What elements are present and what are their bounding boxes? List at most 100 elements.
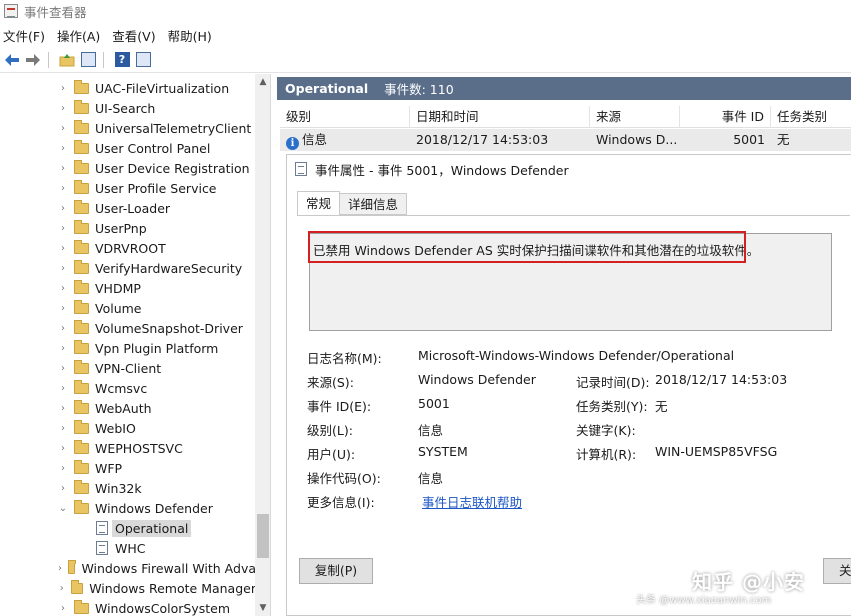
tree-item-label: VPN-Client [95,360,162,376]
value-log-name: Microsoft-Windows-Windows Defender/Opera… [418,348,735,363]
tree-item[interactable]: › VolumeSnapshot-Driver [0,318,256,338]
tree-item-label: Win32k [95,480,142,496]
properties-pane-icon[interactable] [134,51,152,69]
chevron-right-icon[interactable]: › [58,583,65,594]
back-arrow-icon[interactable] [3,51,21,69]
tree-item-label: VolumeSnapshot-Driver [95,320,243,336]
tree-item[interactable]: › UserPnp [0,218,256,238]
tree-item[interactable]: › VHDMP [0,278,256,298]
tree-item[interactable]: › WebIO [0,418,256,438]
properties-tabs: 常规 详细信息 [297,191,408,216]
chevron-right-icon[interactable]: › [58,123,68,134]
close-button[interactable]: 关 [823,558,851,584]
help-icon[interactable]: ? [113,51,131,69]
folder-icon [74,119,89,134]
tree-item-label: WindowsColorSystem [95,600,231,616]
tree-item[interactable]: › UI-Search [0,98,256,118]
chevron-right-icon[interactable]: › [58,83,68,94]
event-row[interactable]: i 信息 2018/12/17 14:53:03 Windows D... 500… [280,129,851,151]
event-level-cell: i 信息 [280,129,410,151]
chevron-right-icon[interactable]: › [58,463,68,474]
scroll-up-icon[interactable]: ▲ [255,74,270,90]
chevron-right-icon[interactable]: › [58,343,68,354]
column-datetime[interactable]: 日期和时间 [410,106,590,128]
chevron-right-icon[interactable]: › [58,163,68,174]
online-help-link[interactable]: 事件日志联机帮助 [422,492,522,511]
scroll-down-icon[interactable]: ▼ [255,600,270,616]
column-task-category[interactable]: 任务类别 [771,106,851,128]
column-event-id[interactable]: 事件 ID [680,106,771,128]
folder-icon [74,359,89,374]
tree-item-label: Windows Remote Manager [89,580,256,596]
forward-arrow-icon[interactable] [24,51,42,69]
tree-item[interactable]: › VDRVROOT [0,238,256,258]
folder-icon [74,199,89,214]
tree-item[interactable]: › Win32k [0,478,256,498]
folder-up-icon[interactable] [58,51,76,69]
tree-item[interactable]: › Windows Firewall With Adva [0,558,256,578]
scroll-thumb[interactable] [257,514,269,558]
value-logged: 2018/12/17 14:53:03 [655,372,788,387]
column-level[interactable]: 级别 [280,106,410,128]
chevron-right-icon[interactable]: › [58,263,68,274]
menu-action[interactable]: 操作(A) [53,26,108,45]
tree-item[interactable]: › VPN-Client [0,358,256,378]
folder-icon [74,439,89,454]
chevron-right-icon[interactable]: › [58,323,68,334]
value-user: SYSTEM [418,444,468,459]
tree-item-label: Windows Firewall With Adva [81,560,256,576]
tree-item-label: WEPHOSTSVC [95,440,183,456]
column-source[interactable]: 来源 [590,106,680,128]
chevron-down-icon[interactable]: ⌄ [58,503,68,514]
chevron-right-icon[interactable]: › [58,103,68,114]
tree-item[interactable]: › Volume [0,298,256,318]
tree-item[interactable]: › Wcmsvc [0,378,256,398]
menu-file[interactable]: 文件(F) [0,26,53,45]
tree-scrollbar[interactable]: ▲ ▼ [255,74,270,616]
chevron-right-icon[interactable]: › [58,203,68,214]
tab-details[interactable]: 详细信息 [340,193,408,215]
menu-help[interactable]: 帮助(H) [164,26,220,45]
menu-view[interactable]: 查看(V) [108,26,163,45]
chevron-right-icon[interactable]: › [58,283,68,294]
chevron-right-icon[interactable]: › [58,143,68,154]
chevron-right-icon[interactable]: › [58,563,62,574]
chevron-right-icon[interactable]: › [58,603,68,614]
chevron-right-icon[interactable]: › [58,303,68,314]
tree-item[interactable]: › WindowsColorSystem [0,598,256,616]
chevron-right-icon[interactable]: › [58,443,68,454]
tree-item[interactable]: › WebAuth [0,398,256,418]
tree-item[interactable]: › User-Loader [0,198,256,218]
tree-item[interactable]: › Vpn Plugin Platform [0,338,256,358]
tree-item[interactable]: › UAC-FileVirtualization [0,78,256,98]
menu-bar: 文件(F) 操作(A) 查看(V) 帮助(H) [0,24,851,46]
toolbar-separator [103,51,104,68]
chevron-right-icon[interactable]: › [58,183,68,194]
tree-item[interactable]: › User Control Panel [0,138,256,158]
copy-button[interactable]: 复制(P) [299,558,373,584]
tree-item[interactable]: Operational [0,518,256,538]
label-source: 来源(S): [307,375,354,390]
chevron-right-icon[interactable]: › [58,483,68,494]
chevron-right-icon[interactable]: › [58,403,68,414]
tree-item[interactable]: › WFP [0,458,256,478]
tree-item[interactable]: WHC [0,538,256,558]
tree-item[interactable]: › VerifyHardwareSecurity [0,258,256,278]
chevron-right-icon[interactable]: › [58,383,68,394]
tree-item[interactable]: › Windows Remote Manager [0,578,256,598]
log-header: Operational 事件数: 110 [277,77,851,100]
tree-item[interactable]: › UniversalTelemetryClient [0,118,256,138]
chevron-right-icon[interactable]: › [58,243,68,254]
tree-item[interactable]: › User Device Registration [0,158,256,178]
chevron-right-icon[interactable]: › [58,363,68,374]
column-headers: 级别 日期和时间 来源 事件 ID 任务类别 [280,106,851,128]
show-pane-icon[interactable] [79,51,97,69]
tree-item[interactable]: › User Profile Service [0,178,256,198]
chevron-right-icon[interactable]: › [58,223,68,234]
tree-item-label: UAC-FileVirtualization [95,80,230,96]
tree-item[interactable]: › WEPHOSTSVC [0,438,256,458]
tab-general[interactable]: 常规 [297,191,341,216]
tree-item-label: WHC [115,540,146,556]
chevron-right-icon[interactable]: › [58,423,68,434]
tree-item[interactable]: ⌄ Windows Defender [0,498,256,518]
